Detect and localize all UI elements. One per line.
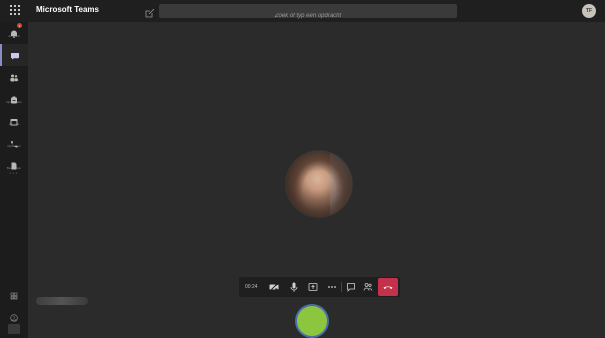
share-screen-icon[interactable] xyxy=(307,281,319,293)
files-icon xyxy=(9,157,19,170)
apps-icon xyxy=(9,287,19,300)
user-avatar[interactable]: TF xyxy=(582,4,596,18)
app-rail: 1 Activiteit Chat Teams Opdrachten Agend… xyxy=(0,22,28,338)
call-control-bar: 00:24 xyxy=(239,277,400,297)
svg-text:?: ? xyxy=(13,316,16,321)
video-camera-icon[interactable] xyxy=(268,281,280,293)
help-icon: ? xyxy=(9,309,19,322)
hangup-icon xyxy=(383,286,393,289)
bell-icon: 1 xyxy=(9,23,22,38)
calendar-icon xyxy=(9,113,19,126)
show-chat-icon[interactable] xyxy=(345,281,357,293)
chat-icon xyxy=(10,47,20,60)
app-launcher-icon[interactable] xyxy=(10,5,21,16)
control-divider xyxy=(341,282,342,292)
more-apps-icon[interactable]: ··· xyxy=(9,170,19,177)
title-bar: Microsoft Teams TF xyxy=(0,0,605,23)
rail-item-apps[interactable]: Apps xyxy=(0,284,28,306)
microphone-icon[interactable] xyxy=(288,281,300,293)
app-title: Microsoft Teams xyxy=(36,5,99,14)
hangup-button[interactable] xyxy=(378,278,398,296)
rail-item-calendar[interactable]: Agenda xyxy=(0,110,28,132)
compose-icon[interactable] xyxy=(145,5,155,18)
participant-name-blurred xyxy=(36,297,88,305)
assignments-icon xyxy=(9,91,19,104)
phone-icon xyxy=(9,135,19,148)
search-input[interactable] xyxy=(159,9,457,23)
video-overlay xyxy=(286,151,352,217)
rail-bottom-tile[interactable] xyxy=(8,324,20,334)
search-bar[interactable] xyxy=(159,4,457,23)
rail-item-assignments[interactable]: Opdrachten xyxy=(0,88,28,110)
participants-icon[interactable] xyxy=(362,281,374,293)
rail-item-activity[interactable]: 1 Activiteit xyxy=(0,22,28,44)
teams-icon xyxy=(9,69,19,82)
more-options-icon[interactable] xyxy=(326,281,338,293)
call-timer: 00:24 xyxy=(245,284,258,290)
rail-item-calls[interactable]: Oproepen xyxy=(0,132,28,154)
self-video-preview[interactable] xyxy=(297,306,327,336)
remote-participant-video xyxy=(286,151,352,217)
rail-item-teams[interactable]: Teams xyxy=(0,66,28,88)
activity-badge: 1 xyxy=(17,23,22,28)
rail-item-chat[interactable]: Chat xyxy=(0,44,28,66)
